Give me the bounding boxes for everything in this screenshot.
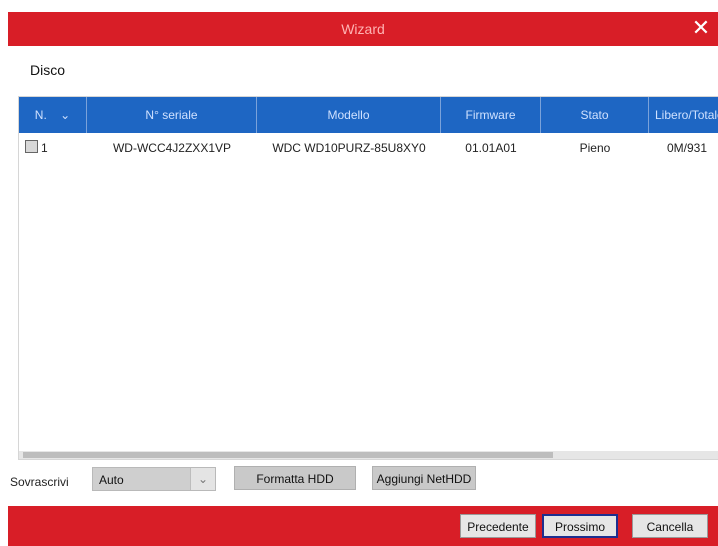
- scrollbar-thumb[interactable]: [23, 452, 553, 458]
- cell-firmware: 01.01A01: [465, 141, 517, 155]
- cell-serial: WD-WCC4J2ZXX1VP: [112, 141, 231, 155]
- cell-number: 1: [41, 141, 48, 155]
- previous-button[interactable]: Precedente: [460, 514, 536, 538]
- cell-model: WDC WD10PURZ-85U8XY0: [272, 141, 426, 155]
- next-button[interactable]: Prossimo: [542, 514, 618, 538]
- col-model[interactable]: Modello: [257, 97, 441, 133]
- cell-status: Pieno: [579, 141, 611, 155]
- add-nethdd-button[interactable]: Aggiungi NetHDD: [372, 466, 476, 490]
- overwrite-select[interactable]: Auto ⌄: [92, 467, 216, 491]
- col-serial[interactable]: N° seriale: [87, 97, 257, 133]
- col-firmware[interactable]: Firmware: [441, 97, 541, 133]
- title-bar: Wizard ✕: [8, 12, 718, 46]
- col-status[interactable]: Stato: [541, 97, 649, 133]
- window-title: Wizard: [341, 21, 385, 37]
- col-free-total[interactable]: Libero/Totale: [649, 97, 718, 133]
- table-header: N. ⌄ N° seriale Modello Firmware Stato L…: [19, 97, 718, 133]
- horizontal-scrollbar[interactable]: [19, 451, 718, 459]
- disk-table: N. ⌄ N° seriale Modello Firmware Stato L…: [18, 96, 718, 460]
- chevron-down-icon[interactable]: ⌄: [60, 108, 70, 122]
- section-title: Disco: [30, 62, 66, 78]
- cancel-button[interactable]: Cancella: [632, 514, 708, 538]
- chevron-down-icon[interactable]: ⌄: [190, 468, 215, 490]
- col-number-label: N.: [34, 108, 47, 122]
- col-number[interactable]: N. ⌄: [19, 97, 87, 133]
- overwrite-value: Auto: [99, 473, 124, 487]
- cell-free-total: 0M/931: [667, 141, 708, 155]
- footer-bar: Precedente Prossimo Cancella: [8, 506, 718, 546]
- row-checkbox[interactable]: [25, 140, 38, 153]
- controls-row: Sovrascrivi Auto ⌄ Formatta HDD Aggiungi…: [0, 466, 718, 496]
- overwrite-label: Sovrascrivi: [10, 475, 69, 489]
- close-icon[interactable]: ✕: [690, 17, 712, 39]
- table-row[interactable]: 1 WD-WCC4J2ZXX1VP WDC WD10PURZ-85U8XY0 0…: [19, 137, 718, 159]
- format-hdd-button[interactable]: Formatta HDD: [234, 466, 356, 490]
